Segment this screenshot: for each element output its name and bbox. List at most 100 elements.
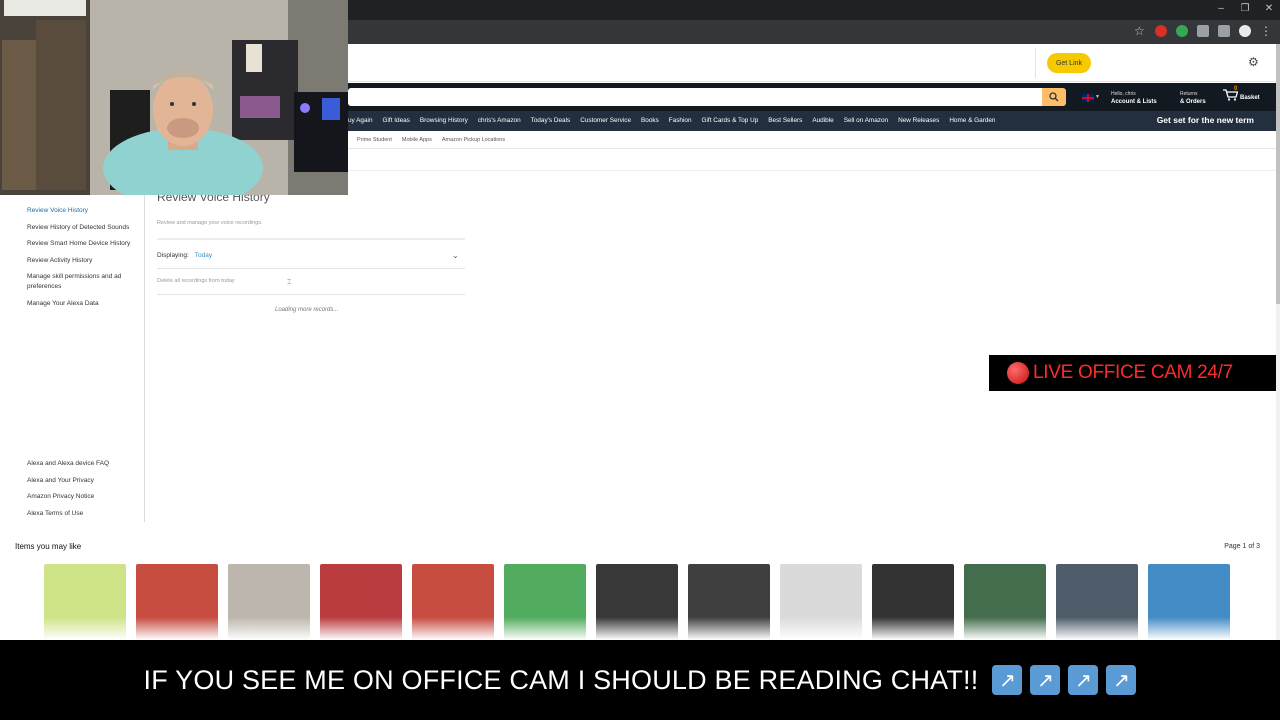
product-harrys-razor[interactable] <box>1148 564 1230 640</box>
extension-icons: ☆ ⋮ <box>1134 25 1272 37</box>
displaying-value[interactable]: Today <box>195 252 212 259</box>
records-divider <box>157 294 465 295</box>
nav-prime-student[interactable]: Prime Student <box>357 137 392 148</box>
product-lmnt-packets[interactable] <box>228 564 310 640</box>
subnav-links: uy Again Gift Ideas Browsing History chr… <box>348 117 996 124</box>
product-vitamin-b12-gummies[interactable] <box>412 564 494 640</box>
webcam-overlay <box>0 0 348 195</box>
webcam-feed-image <box>0 0 348 195</box>
scrollbar-thumb[interactable] <box>1276 44 1280 304</box>
returns-orders-link[interactable]: Returns & Orders <box>1180 90 1206 106</box>
sidebar-item-smart-home-history[interactable]: Review Smart Home Device History <box>27 239 139 249</box>
sidebar-item-manage-data[interactable]: Manage Your Alexa Data <box>27 299 139 309</box>
browser-menu-icon[interactable]: ⋮ <box>1260 25 1272 37</box>
gear-icon[interactable]: ⚙ <box>1248 56 1260 68</box>
product-beef-bar[interactable] <box>320 564 402 640</box>
product-razor-blades[interactable] <box>44 564 126 640</box>
screen: – ❐ ✕ ☆ ⋮ Get Link ⚙ ▼ Hello, chris Acco… <box>0 0 1280 720</box>
live-office-cam-banner: LIVE OFFICE CAM 24/7 <box>989 355 1276 391</box>
nav-buy-again[interactable]: uy Again <box>348 117 373 124</box>
sidebar-item-detected-sounds[interactable]: Review History of Detected Sounds <box>27 223 139 233</box>
nav-customer-service[interactable]: Customer Service <box>580 117 631 124</box>
profile-avatar-icon[interactable] <box>1239 25 1251 37</box>
uk-flag-icon[interactable] <box>1082 94 1094 102</box>
delete-all-link[interactable]: Delete all recordings from today <box>157 278 235 284</box>
extension-box-icon[interactable] <box>1197 25 1209 37</box>
language-caret-icon: ▼ <box>1095 94 1100 100</box>
filter-divider <box>157 268 465 269</box>
product-huel-powder[interactable] <box>688 564 770 640</box>
product-berocca-pack[interactable] <box>504 564 586 640</box>
nav-gift-cards[interactable]: Gift Cards & Top Up <box>702 117 759 124</box>
cart-icon <box>1223 89 1238 101</box>
nav-sell-on-amazon[interactable]: Sell on Amazon <box>844 117 888 124</box>
page-scrollbar[interactable] <box>1276 44 1280 640</box>
minimize-button[interactable]: – <box>1216 3 1226 14</box>
title-divider <box>157 238 465 240</box>
carousel-page-indicator: Page 1 of 3 <box>1224 543 1260 550</box>
arrow-up-right-icon: ↗ <box>1068 665 1099 695</box>
loading-indicator: Loading more records... <box>275 307 339 313</box>
product-nutrition-geeks[interactable] <box>964 564 1046 640</box>
product-iron-vitamin-gummies[interactable] <box>136 564 218 640</box>
red-circle-icon <box>1007 362 1029 384</box>
nav-gift-ideas[interactable]: Gift Ideas <box>383 117 410 124</box>
nav-todays-deals[interactable]: Today's Deals <box>531 117 571 124</box>
window-controls: – ❐ ✕ <box>1216 3 1274 14</box>
sidebar-link-privacy[interactable]: Alexa and Your Privacy <box>27 476 139 486</box>
extension-puzzle-icon[interactable] <box>1218 25 1230 37</box>
nav-fashion[interactable]: Fashion <box>669 117 692 124</box>
banner-divider <box>1035 48 1036 78</box>
close-button[interactable]: ✕ <box>1264 3 1274 14</box>
nav-home-garden[interactable]: Home & Garden <box>949 117 995 124</box>
stream-caption-bar: IF YOU SEE ME ON OFFICE CAM I SHOULD BE … <box>0 640 1280 720</box>
returns-label: Returns <box>1180 91 1198 97</box>
nav-mobile-apps[interactable]: Mobile Apps <box>402 137 432 148</box>
displaying-filter[interactable]: Displaying: Today <box>157 252 212 259</box>
product-huel-bottles[interactable] <box>596 564 678 640</box>
get-link-button[interactable]: Get Link <box>1047 53 1091 73</box>
sidebar-item-activity-history[interactable]: Review Activity History <box>27 256 139 266</box>
extension-green-icon[interactable] <box>1176 25 1188 37</box>
nav-browsing-history[interactable]: Browsing History <box>420 117 468 124</box>
bookmark-star-icon[interactable]: ☆ <box>1134 25 1146 37</box>
nav-best-sellers[interactable]: Best Sellers <box>768 117 802 124</box>
product-pick-any-8[interactable] <box>780 564 862 640</box>
sidebar-link-terms[interactable]: Alexa Terms of Use <box>27 509 139 519</box>
product-massage-gun[interactable] <box>1056 564 1138 640</box>
nav-books[interactable]: Books <box>641 117 659 124</box>
maximize-button[interactable]: ❐ <box>1240 3 1250 14</box>
nav-chris-amazon[interactable]: chris's Amazon <box>478 117 521 124</box>
search-icon <box>1049 92 1059 102</box>
nav-new-releases[interactable]: New Releases <box>898 117 939 124</box>
basket-label: Basket <box>1240 95 1260 101</box>
product-hair-clipper[interactable] <box>872 564 954 640</box>
account-lists-menu[interactable]: Hello, chris Account & Lists <box>1111 90 1157 106</box>
nav-audible[interactable]: Audible <box>812 117 833 124</box>
live-banner-text: LIVE OFFICE CAM 24/7 <box>1033 362 1233 383</box>
page-description: Review and manage your voice recordings. <box>157 220 263 226</box>
search-button[interactable] <box>1042 88 1066 106</box>
chevron-down-icon[interactable]: ⌄ <box>452 251 459 260</box>
account-greeting: Hello, chris <box>1111 91 1136 97</box>
promo-link[interactable]: Get set for the new term <box>1157 115 1254 125</box>
account-lists-label: Account & Lists <box>1111 99 1157 105</box>
tertiary-nav: Prime Student Mobile Apps Amazon Pickup … <box>348 131 1276 149</box>
stream-caption-text: IF YOU SEE ME ON OFFICE CAM I SHOULD BE … <box>143 664 979 695</box>
extension-red-icon[interactable] <box>1155 25 1167 37</box>
displaying-label: Displaying: <box>157 252 189 259</box>
arrow-up-right-icon: ↗ <box>1106 665 1137 695</box>
recommendations-title: Items you may like <box>15 542 82 551</box>
sidebar-item-skill-permissions[interactable]: Manage skill permissions and ad preferen… <box>27 272 139 292</box>
mouse-cursor-icon: ⌶ <box>287 279 292 286</box>
arrow-up-right-icon: ↗ <box>1030 665 1061 695</box>
arrow-up-right-icon: ↗ <box>992 665 1023 695</box>
nav-pickup-locations[interactable]: Amazon Pickup Locations <box>442 137 505 148</box>
sidebar-item-voice-history[interactable]: Review Voice History <box>27 206 139 216</box>
sidebar-link-privacy-notice[interactable]: Amazon Privacy Notice <box>27 492 139 502</box>
basket-link[interactable]: Basket <box>1222 89 1260 101</box>
alexa-privacy-sidebar: Review Voice History Review History of D… <box>0 171 145 522</box>
search-input[interactable] <box>348 88 1042 106</box>
orders-label: & Orders <box>1180 99 1206 105</box>
sidebar-link-faq[interactable]: Alexa and Alexa device FAQ <box>27 459 139 469</box>
